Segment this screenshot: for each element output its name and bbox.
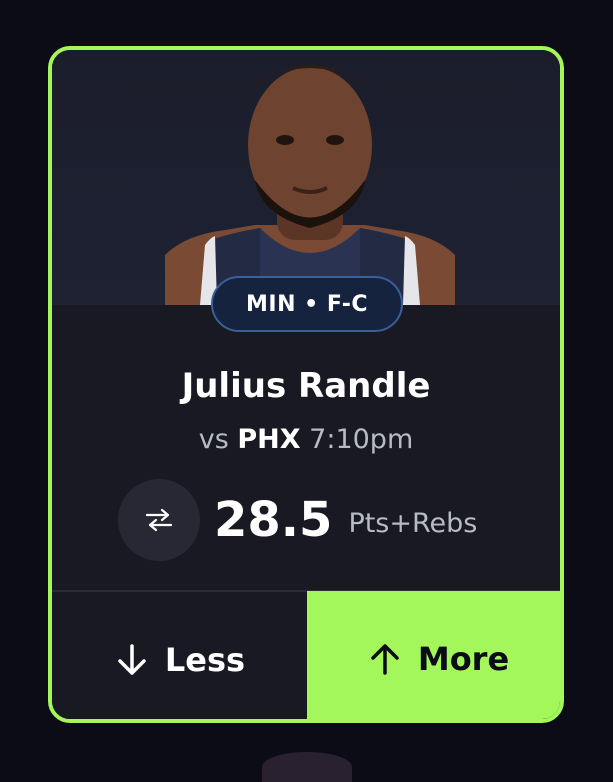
matchup-prefix: vs (198, 424, 229, 455)
projection-card[interactable]: MIN • F-C Julius Randle vs PHX 7:10pm 28… (48, 46, 564, 723)
player-photo-area (52, 50, 560, 305)
more-label: More (417, 640, 510, 678)
team-position-label: MIN • F-C (246, 291, 368, 317)
less-label: Less (164, 640, 246, 679)
next-card-peek (262, 752, 352, 782)
line-value: 28.5 (214, 492, 333, 548)
player-headshot (165, 65, 455, 305)
more-button[interactable]: More (307, 591, 560, 719)
opponent-team: PHX (237, 424, 301, 455)
arrow-up-icon (366, 640, 404, 678)
less-button[interactable]: Less (52, 592, 306, 719)
team-position-badge: MIN • F-C (211, 276, 403, 332)
arrow-down-icon (113, 641, 151, 679)
swap-stat-button[interactable] (118, 479, 200, 561)
swap-arrows-icon (145, 508, 173, 532)
player-name: Julius Randle (181, 366, 431, 406)
projection-line: 28.5 Pts+Rebs (118, 478, 477, 562)
game-time: 7:10pm (309, 424, 414, 455)
stat-type: Pts+Rebs (348, 507, 478, 539)
matchup-info: vs PHX 7:10pm (52, 424, 560, 455)
